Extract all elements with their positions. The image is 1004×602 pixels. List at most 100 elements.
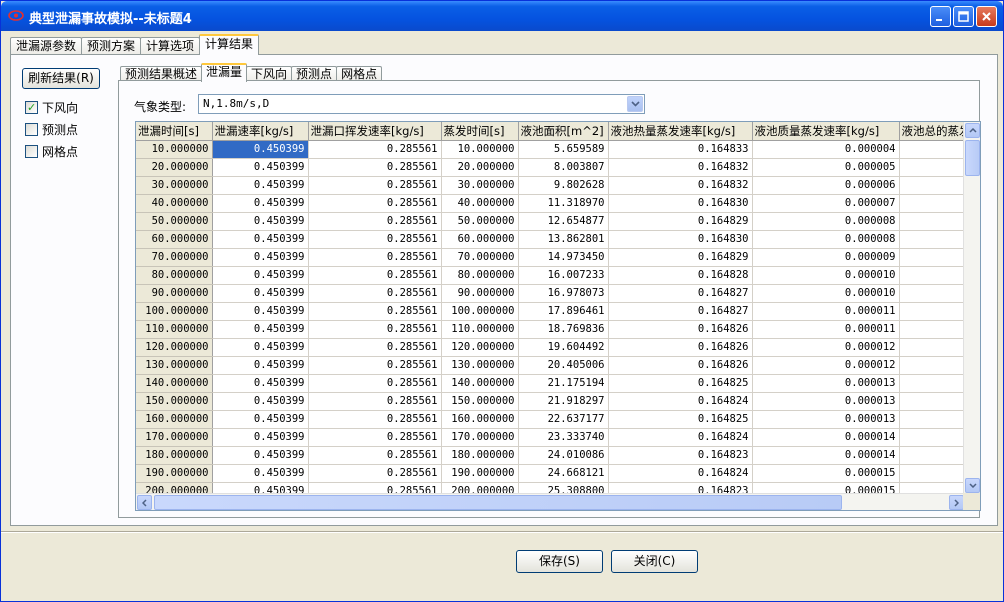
table-cell[interactable]: 0.164833 [608,140,753,159]
table-cell[interactable]: 0.285561 [308,266,442,285]
table-cell[interactable]: 0.285561 [308,392,442,411]
table-cell[interactable]: 13.862801 [518,230,609,249]
table-cell[interactable]: 0.285561 [308,248,442,267]
horizontal-scroll-thumb[interactable] [154,495,842,510]
row-header-cell[interactable]: 140.000000 [136,374,213,393]
table-cell[interactable]: 120.000000 [441,338,519,357]
checkbox-downwind[interactable]: ✓ 下风向 [25,99,78,115]
table-cell[interactable]: 0.285561 [308,302,442,321]
table-cell[interactable]: 0.450399 [212,356,309,375]
table-cell[interactable] [899,302,970,321]
table-cell[interactable] [899,176,970,195]
table-cell[interactable]: 0.450399 [212,230,309,249]
table-cell[interactable] [899,392,970,411]
title-bar[interactable]: 典型泄漏事故模拟--未标题4 [1,1,1003,31]
table-cell[interactable]: 0.164826 [608,320,753,339]
subtab-leak-amount[interactable]: 泄漏量 [201,63,248,82]
table-cell[interactable]: 60.000000 [441,230,519,249]
table-cell[interactable] [899,320,970,339]
table-row[interactable]: 170.000000 0.450399 0.285561 170.000000 23.3… [136,428,970,447]
table-cell[interactable] [899,248,970,267]
table-cell[interactable] [899,194,970,213]
table-cell[interactable]: 0.000007 [752,194,900,213]
table-cell[interactable]: 110.000000 [441,320,519,339]
table-cell[interactable]: 0.164827 [608,284,753,303]
row-header-cell[interactable]: 150.000000 [136,392,213,411]
results-grid[interactable]: 泄漏时间[s] 泄漏速率[kg/s] 泄漏口挥发速率[kg/s] 蒸发时间[s] 液池面… [135,121,981,511]
table-cell[interactable]: 0.164829 [608,212,753,231]
table-row[interactable]: 140.000000 0.450399 0.285561 140.000000 21.1… [136,374,970,393]
table-row[interactable]: 50.000000 0.450399 0.285561 50.000000 12.654… [136,212,970,231]
table-cell[interactable]: 0.450399 [212,176,309,195]
table-cell[interactable]: 0.000013 [752,374,900,393]
table-cell[interactable]: 0.285561 [308,158,442,177]
table-cell[interactable]: 0.000008 [752,212,900,231]
table-cell[interactable]: 150.000000 [441,392,519,411]
table-cell[interactable]: 0.000011 [752,320,900,339]
column-header[interactable]: 液池质量蒸发速率[kg/s] [752,122,900,141]
table-cell[interactable]: 0.000010 [752,266,900,285]
table-cell[interactable]: 16.007233 [518,266,609,285]
checkbox-box[interactable]: ✓ [25,100,38,114]
table-cell[interactable]: 11.318970 [518,194,609,213]
vertical-scroll-thumb[interactable] [965,140,980,176]
row-header-cell[interactable]: 170.000000 [136,428,213,447]
table-cell[interactable]: 180.000000 [441,446,519,465]
table-cell[interactable]: 0.285561 [308,320,442,339]
table-cell[interactable]: 0.000014 [752,428,900,447]
table-cell[interactable]: 0.450399 [212,212,309,231]
table-cell[interactable]: 70.000000 [441,248,519,267]
table-cell[interactable]: 0.285561 [308,194,442,213]
table-row[interactable]: 180.000000 0.450399 0.285561 180.000000 24.0… [136,446,970,465]
row-header-cell[interactable]: 80.000000 [136,266,213,285]
column-header[interactable]: 泄漏口挥发速率[kg/s] [308,122,442,141]
table-row[interactable]: 120.000000 0.450399 0.285561 120.000000 19.6… [136,338,970,357]
table-cell[interactable] [899,410,970,429]
row-header-cell[interactable]: 120.000000 [136,338,213,357]
table-cell[interactable]: 160.000000 [441,410,519,429]
table-cell[interactable]: 0.450399 [212,194,309,213]
table-row[interactable]: 40.000000 0.450399 0.285561 40.000000 11.318… [136,194,970,213]
column-header[interactable]: 液池面积[m^2] [518,122,609,141]
table-cell[interactable]: 0.285561 [308,284,442,303]
table-cell[interactable] [899,212,970,231]
table-cell[interactable]: 9.802628 [518,176,609,195]
table-cell[interactable]: 0.285561 [308,356,442,375]
table-row[interactable]: 20.000000 0.450399 0.285561 20.000000 8.0038… [136,158,970,177]
table-cell[interactable]: 0.285561 [308,212,442,231]
table-cell[interactable]: 140.000000 [441,374,519,393]
table-cell[interactable]: 0.000012 [752,356,900,375]
close-button[interactable]: 关闭(C) [611,550,698,573]
scroll-up-button[interactable] [965,123,980,138]
checkbox-grid-points[interactable]: 网格点 [25,143,78,159]
table-cell[interactable]: 0.450399 [212,464,309,483]
table-cell[interactable]: 24.668121 [518,464,609,483]
table-row[interactable]: 30.000000 0.450399 0.285561 30.000000 9.8026… [136,176,970,195]
table-cell[interactable]: 5.659589 [518,140,609,159]
table-cell[interactable] [899,230,970,249]
table-cell[interactable] [899,140,970,159]
checkbox-box[interactable] [25,122,38,136]
row-header-cell[interactable]: 110.000000 [136,320,213,339]
table-row[interactable]: 10.000000 0.450399 0.285561 10.000000 5.6595… [136,140,970,159]
tab-calc-options[interactable]: 计算选项 [140,37,201,55]
table-cell[interactable]: 0.000015 [752,464,900,483]
scroll-down-button[interactable] [965,478,980,493]
table-cell[interactable]: 0.164825 [608,410,753,429]
table-cell[interactable]: 80.000000 [441,266,519,285]
table-cell[interactable]: 50.000000 [441,212,519,231]
table-cell[interactable]: 0.164825 [608,374,753,393]
table-row[interactable]: 90.000000 0.450399 0.285561 90.000000 16.978… [136,284,970,303]
table-cell[interactable]: 0.450399 [212,266,309,285]
table-cell[interactable]: 0.000013 [752,392,900,411]
table-cell[interactable]: 0.450399 [212,302,309,321]
table-cell[interactable]: 16.978073 [518,284,609,303]
minimize-button[interactable] [930,6,951,27]
table-cell[interactable]: 0.450399 [212,428,309,447]
table-cell[interactable]: 8.003807 [518,158,609,177]
table-cell[interactable]: 0.450399 [212,392,309,411]
table-cell[interactable] [899,158,970,177]
row-header-cell[interactable]: 70.000000 [136,248,213,267]
table-cell[interactable]: 22.637177 [518,410,609,429]
row-header-cell[interactable]: 160.000000 [136,410,213,429]
